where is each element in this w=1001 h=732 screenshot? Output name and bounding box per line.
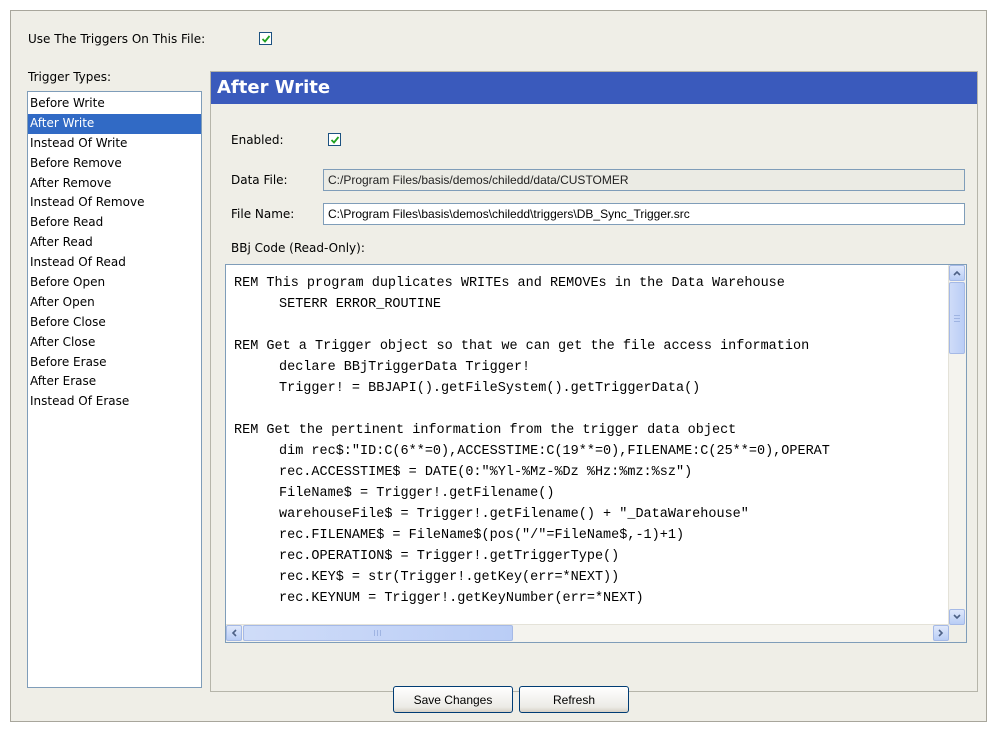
vertical-scroll-thumb[interactable] (949, 282, 965, 354)
trigger-type-item[interactable]: After Erase (28, 372, 201, 392)
code-line: rec.ACCESSTIME$ = DATE(0:"%Yl-%Mz-%Dz %H… (279, 465, 693, 480)
file-name-label: File Name: (231, 207, 295, 221)
trigger-type-item[interactable]: Instead Of Read (28, 253, 201, 273)
code-line: REM Get a Trigger object so that we can … (234, 339, 810, 354)
code-line: rec.OPERATION$ = Trigger!.getTriggerType… (279, 549, 620, 564)
code-line: warehouseFile$ = Trigger!.getFilename() … (279, 507, 749, 522)
trigger-type-item[interactable]: Before Remove (28, 154, 201, 174)
use-triggers-checkbox[interactable] (259, 32, 272, 45)
arrow-up-icon (953, 270, 961, 276)
scroll-up-button[interactable] (949, 265, 965, 281)
arrow-left-icon (231, 629, 237, 637)
enabled-checkbox[interactable] (328, 133, 341, 146)
code-line: REM This program duplicates WRITEs and R… (234, 276, 785, 291)
code-line: SETERR ERROR_ROUTINE (279, 297, 442, 312)
trigger-type-item[interactable]: After Write (28, 113, 201, 134)
vertical-scrollbar[interactable] (948, 265, 966, 625)
horizontal-scrollbar[interactable] (226, 624, 949, 642)
trigger-types-list[interactable]: Before Write After Write Instead Of Write B… (27, 91, 202, 688)
code-line: FileName$ = Trigger!.getFilename() (279, 486, 555, 501)
refresh-button[interactable]: Refresh (519, 686, 629, 713)
panel-title: After Write (211, 72, 977, 104)
trigger-type-item[interactable]: Instead Of Remove (28, 193, 201, 213)
data-file-field: C:/Program Files/basis/demos/chiledd/dat… (323, 169, 965, 191)
horizontal-scroll-thumb[interactable] (243, 625, 513, 641)
enabled-label: Enabled: (231, 133, 284, 147)
trigger-types-label: Trigger Types: (28, 70, 112, 84)
bbj-code-label: BBj Code (Read-Only): (231, 241, 365, 255)
trigger-detail-panel: After Write Enabled: Data File: C:/Progr… (210, 71, 978, 692)
scrollbar-corner (949, 625, 966, 642)
trigger-type-item[interactable]: After Close (28, 333, 201, 353)
check-icon (261, 34, 270, 43)
trigger-type-item[interactable]: Instead Of Write (28, 134, 201, 154)
code-line: rec.KEYNUM = Trigger!.getKeyNumber(err=*… (279, 591, 644, 606)
trigger-type-item[interactable]: Instead Of Erase (28, 392, 201, 412)
trigger-type-item[interactable]: Before Read (28, 213, 201, 233)
trigger-type-item[interactable]: Before Close (28, 313, 201, 333)
scroll-left-button[interactable] (226, 625, 242, 641)
trigger-type-item[interactable]: After Open (28, 293, 201, 313)
file-name-input[interactable]: C:\Program Files\basis\demos\chiledd\tri… (323, 203, 965, 225)
code-text-area[interactable]: REM This program duplicates WRITEs and R… (226, 265, 949, 625)
trigger-settings-window: Use The Triggers On This File: Trigger T… (10, 10, 987, 722)
trigger-type-item[interactable]: Before Erase (28, 353, 201, 373)
code-line: rec.KEY$ = str(Trigger!.getKey(err=*NEXT… (279, 570, 620, 585)
check-icon (330, 135, 339, 144)
code-line: Trigger! = BBJAPI().getFileSystem().getT… (279, 381, 701, 396)
trigger-type-item[interactable]: After Read (28, 233, 201, 253)
code-line: dim rec$:"ID:C(6**=0),ACCESSTIME:C(19**=… (279, 444, 830, 459)
save-changes-button[interactable]: Save Changes (393, 686, 513, 713)
code-line: rec.FILENAME$ = FileName$(pos("/"=FileNa… (279, 528, 685, 543)
use-triggers-label: Use The Triggers On This File: (28, 32, 206, 46)
data-file-label: Data File: (231, 173, 288, 187)
trigger-type-item[interactable]: After Remove (28, 174, 201, 194)
trigger-type-item[interactable]: Before Open (28, 273, 201, 293)
arrow-down-icon (953, 614, 961, 620)
arrow-right-icon (938, 629, 944, 637)
code-line: declare BBjTriggerData Trigger! (279, 360, 531, 375)
bbj-code-viewer[interactable]: REM This program duplicates WRITEs and R… (225, 264, 967, 643)
scroll-right-button[interactable] (933, 625, 949, 641)
scroll-down-button[interactable] (949, 609, 965, 625)
trigger-type-item[interactable]: Before Write (28, 94, 201, 114)
code-line: REM Get the pertinent information from t… (234, 423, 737, 438)
